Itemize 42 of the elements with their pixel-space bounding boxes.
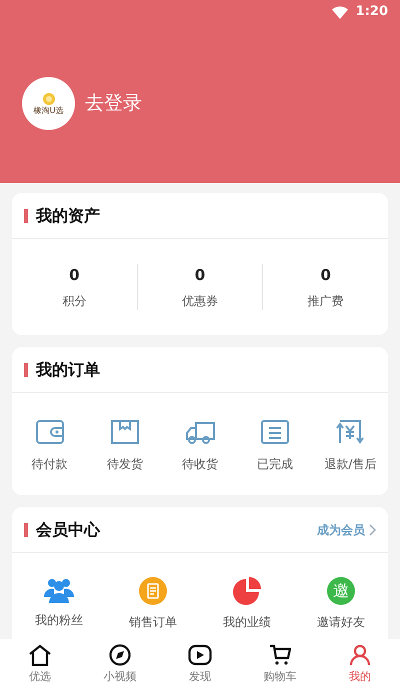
member-item[interactable]: 我的粉丝 [12,577,106,631]
asset-label: 推广费 [308,293,344,310]
home-icon [29,644,51,666]
section-title: 我的订单 [36,358,101,380]
member-item[interactable]: 邀 邀请好友 [294,577,388,631]
wifi-icon [332,6,348,18]
order-status-item[interactable]: 退款/售后 [312,419,388,473]
truck-icon [184,419,216,445]
invite-icon: 邀 [327,577,355,605]
logo-text: 橡淘U选 [34,104,64,116]
yen-icon [334,419,366,445]
box-icon [110,419,140,445]
order-status-item[interactable]: 已完成 [238,419,313,473]
order-status-item[interactable]: 待发货 [87,419,162,473]
asset-value: 0 [320,264,331,286]
section-title: 会员中心 [36,518,102,540]
avatar[interactable]: 橡淘U选 [22,77,75,130]
tab-item[interactable]: 购物车 [240,639,320,690]
compass-icon [109,644,131,666]
member-item[interactable]: 我的业绩 [200,577,294,631]
asset-value: 0 [194,264,206,286]
status-time: 1:20 [356,3,388,22]
tab-item[interactable]: 小视频 [80,639,160,690]
order-status-item[interactable]: 待收货 [162,419,238,473]
asset-value: 0 [69,264,80,286]
list-icon [260,419,290,445]
member-item[interactable]: 销售订单 [106,577,200,631]
cart-icon [269,644,291,666]
section-marker [24,522,28,536]
section-marker [24,362,28,376]
play-icon [188,644,212,666]
section-marker [24,208,28,222]
section-title: 我的资产 [36,204,101,226]
tab-item[interactable]: 发现 [160,639,240,690]
order-status-item[interactable]: 待付款 [12,419,88,473]
chevron-right-icon [369,524,376,536]
wallet-icon [34,419,65,445]
user-icon [349,644,371,666]
asset-label: 积分 [62,293,86,310]
asset-label: 优惠券 [182,293,218,310]
tab-item[interactable]: 我的 [320,639,400,690]
tab-item[interactable]: 优选 [0,639,80,690]
